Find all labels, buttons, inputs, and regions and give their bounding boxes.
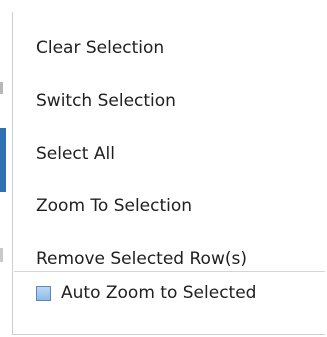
menu-item-label: Select All	[36, 144, 115, 164]
auto-zoom-checkbox-item[interactable]: Auto Zoom to Selected	[13, 271, 325, 315]
menu-item-switch-selection[interactable]: Switch Selection	[13, 79, 325, 123]
menu-item-label: Remove Selected Row(s)	[36, 249, 247, 269]
background-app	[0, 0, 12, 337]
auto-zoom-label: Auto Zoom to Selected	[61, 283, 257, 303]
menu-item-label: Zoom To Selection	[36, 196, 193, 216]
background-app-divider	[0, 248, 3, 262]
menu-item-label: Switch Selection	[36, 91, 176, 111]
menu-item-clear-selection[interactable]: Clear Selection	[13, 26, 325, 70]
menu-item-label: Clear Selection	[36, 38, 165, 58]
background-app-divider	[0, 82, 3, 94]
auto-zoom-checkbox[interactable]	[36, 285, 51, 301]
background-app-selection-indicator	[0, 128, 6, 192]
menu-item-select-all[interactable]: Select All	[13, 132, 325, 176]
menu-item-zoom-to-selection[interactable]: Zoom To Selection	[13, 184, 325, 228]
context-menu: Clear Selection Switch Selection Select …	[12, 12, 325, 335]
